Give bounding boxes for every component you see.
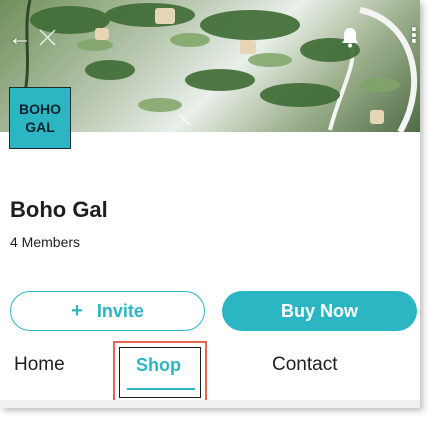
invite-label: Invite <box>96 300 144 321</box>
group-logo: BOHO GAL <box>9 87 71 149</box>
tab-contact[interactable]: Contact <box>272 354 337 376</box>
logo-line-1: BOHO <box>19 101 61 117</box>
logo-line-2: GAL <box>25 119 55 135</box>
buy-now-label: Buy Now <box>280 300 358 321</box>
highlight-inner-border <box>119 347 201 398</box>
invite-button[interactable]: + Invite <box>10 291 205 331</box>
group-title: Boho Gal <box>10 197 108 222</box>
plus-icon: + <box>71 299 83 322</box>
bottom-divider <box>0 400 420 408</box>
arrow-left-icon[interactable]: ← <box>8 26 32 50</box>
tab-home[interactable]: Home <box>14 354 65 376</box>
app-screen: ← ⋮ BOHO GAL Boho Gal 4 Members + Invite… <box>0 0 420 408</box>
more-vertical-icon[interactable]: ⋮ <box>404 25 420 47</box>
buy-now-button[interactable]: Buy Now <box>222 291 417 331</box>
member-count[interactable]: 4 Members <box>10 234 80 250</box>
highlight-annotation <box>113 341 207 404</box>
